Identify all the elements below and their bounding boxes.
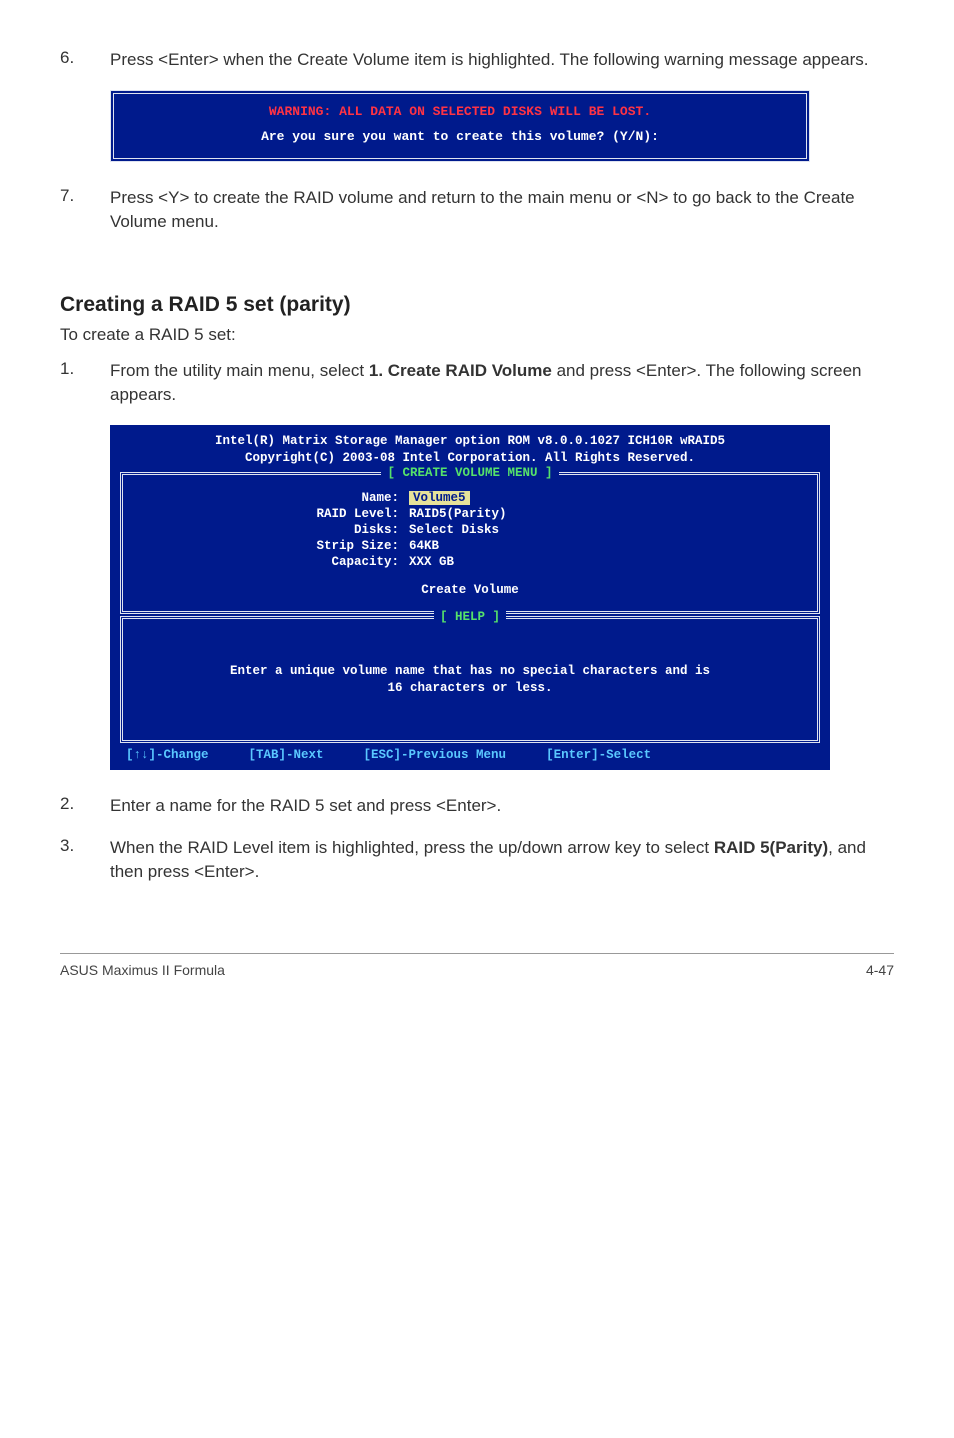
- bios-header-line1: Intel(R) Matrix Storage Manager option R…: [120, 433, 820, 451]
- page-footer: ASUS Maximus II Formula 4-47: [60, 953, 894, 978]
- bios-create-panel-title: [ CREATE VOLUME MENU ]: [123, 466, 817, 480]
- bios-disks-label: Disks:: [139, 523, 409, 537]
- step-1-pre: From the utility main menu, select: [110, 361, 369, 380]
- bios-warning-inner: WARNING: ALL DATA ON SELECTED DISKS WILL…: [110, 90, 810, 162]
- bios-help-panel: [ HELP ] Enter a unique volume name that…: [120, 616, 820, 743]
- bios-create-volume-screen: Intel(R) Matrix Storage Manager option R…: [110, 425, 830, 770]
- step-3: 3. When the RAID Level item is highlight…: [60, 836, 894, 884]
- step-7: 7. Press <Y> to create the RAID volume a…: [60, 186, 894, 234]
- bios-strip-label: Strip Size:: [139, 539, 409, 553]
- bios-footer-prev: [ESC]-Previous Menu: [364, 748, 507, 762]
- bios-create-panel: [ CREATE VOLUME MENU ] Name: Volume5 RAI…: [120, 472, 820, 614]
- step-6: 6. Press <Enter> when the Create Volume …: [60, 48, 894, 72]
- step-1-number: 1.: [60, 359, 110, 379]
- bios-row-name: Name: Volume5: [139, 491, 801, 505]
- step-3-pre: When the RAID Level item is highlighted,…: [110, 838, 714, 857]
- bios-footer-next: [TAB]-Next: [249, 748, 324, 762]
- step-6-text: Press <Enter> when the Create Volume ite…: [110, 48, 894, 72]
- page-footer-left: ASUS Maximus II Formula: [60, 962, 225, 978]
- bios-capacity-value: XXX GB: [409, 555, 454, 569]
- step-3-text: When the RAID Level item is highlighted,…: [110, 836, 894, 884]
- bios-help-panel-title: [ HELP ]: [123, 610, 817, 624]
- step-2: 2. Enter a name for the RAID 5 set and p…: [60, 794, 894, 818]
- bios-help-line1: Enter a unique volume name that has no s…: [139, 663, 801, 681]
- bios-row-capacity: Capacity: XXX GB: [139, 555, 801, 569]
- bios-footer-select: [Enter]-Select: [546, 748, 651, 762]
- section-heading: Creating a RAID 5 set (parity): [60, 293, 894, 317]
- bios-warning-prompt: Are you sure you want to create this vol…: [114, 129, 806, 144]
- bios-warning-box: WARNING: ALL DATA ON SELECTED DISKS WILL…: [110, 90, 810, 162]
- step-1-text: From the utility main menu, select 1. Cr…: [110, 359, 894, 407]
- step-2-number: 2.: [60, 794, 110, 814]
- bios-raid-label: RAID Level:: [139, 507, 409, 521]
- step-7-number: 7.: [60, 186, 110, 206]
- step-3-bold: RAID 5(Parity): [714, 838, 828, 857]
- step-6-number: 6.: [60, 48, 110, 68]
- step-3-number: 3.: [60, 836, 110, 856]
- bios-row-disks: Disks: Select Disks: [139, 523, 801, 537]
- bios-strip-value: 64KB: [409, 539, 439, 553]
- step-2-text: Enter a name for the RAID 5 set and pres…: [110, 794, 894, 818]
- bios-disks-value: Select Disks: [409, 523, 499, 537]
- bios-row-raid: RAID Level: RAID5(Parity): [139, 507, 801, 521]
- step-1-bold: 1. Create RAID Volume: [369, 361, 552, 380]
- bios-footer-change: [↑↓]-Change: [126, 748, 209, 762]
- bios-row-strip: Strip Size: 64KB: [139, 539, 801, 553]
- section-intro: To create a RAID 5 set:: [60, 325, 894, 345]
- bios-help-body: Enter a unique volume name that has no s…: [139, 633, 801, 726]
- bios-warning-redline: WARNING: ALL DATA ON SELECTED DISKS WILL…: [114, 104, 806, 119]
- step-1: 1. From the utility main menu, select 1.…: [60, 359, 894, 407]
- bios-create-volume-action: Create Volume: [139, 583, 801, 597]
- page-footer-right: 4-47: [866, 962, 894, 978]
- bios-footer-bar: [↑↓]-Change [TAB]-Next [ESC]-Previous Me…: [120, 745, 820, 770]
- bios-name-value[interactable]: Volume5: [409, 491, 470, 505]
- bios-raid-value: RAID5(Parity): [409, 507, 507, 521]
- bios-capacity-label: Capacity:: [139, 555, 409, 569]
- bios-name-label: Name:: [139, 491, 409, 505]
- bios-header: Intel(R) Matrix Storage Manager option R…: [120, 433, 820, 468]
- step-7-text: Press <Y> to create the RAID volume and …: [110, 186, 894, 234]
- bios-help-line2: 16 characters or less.: [139, 680, 801, 698]
